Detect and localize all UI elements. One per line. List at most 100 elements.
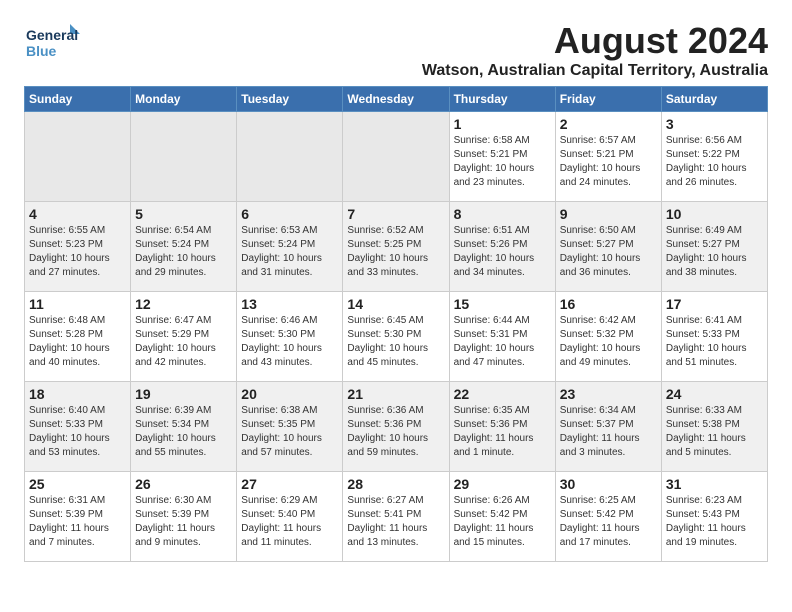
day-info: Sunrise: 6:36 AM Sunset: 5:36 PM Dayligh… (347, 404, 444, 460)
day-number: 26 (135, 476, 232, 492)
day-number: 31 (666, 476, 763, 492)
calendar-cell: 3 Sunrise: 6:56 AM Sunset: 5:22 PM Daylig… (661, 112, 767, 202)
day-number: 30 (560, 476, 657, 492)
calendar-week-row: 18 Sunrise: 6:40 AM Sunset: 5:33 PM Dayli… (25, 382, 768, 472)
calendar-cell: 6 Sunrise: 6:53 AM Sunset: 5:24 PM Daylig… (237, 202, 343, 292)
calendar-cell: 4 Sunrise: 6:55 AM Sunset: 5:23 PM Daylig… (25, 202, 131, 292)
day-number: 18 (29, 386, 126, 402)
calendar-cell: 13 Sunrise: 6:46 AM Sunset: 5:30 PM Dayli… (237, 292, 343, 382)
calendar-week-row: 4 Sunrise: 6:55 AM Sunset: 5:23 PM Daylig… (25, 202, 768, 292)
day-info: Sunrise: 6:53 AM Sunset: 5:24 PM Dayligh… (241, 224, 338, 280)
day-info: Sunrise: 6:49 AM Sunset: 5:27 PM Dayligh… (666, 224, 763, 280)
day-number: 24 (666, 386, 763, 402)
title-area: August 2024 Watson, Australian Capital T… (422, 20, 768, 80)
calendar-cell: 15 Sunrise: 6:44 AM Sunset: 5:31 PM Dayli… (449, 292, 555, 382)
calendar-cell: 18 Sunrise: 6:40 AM Sunset: 5:33 PM Dayli… (25, 382, 131, 472)
calendar-cell: 30 Sunrise: 6:25 AM Sunset: 5:42 PM Dayli… (555, 472, 661, 562)
calendar-cell: 26Sunrise: 6:30 AM Sunset: 5:39 PM Dayli… (131, 472, 237, 562)
day-info: Sunrise: 6:23 AM Sunset: 5:43 PM Dayligh… (666, 494, 763, 550)
svg-text:Blue: Blue (26, 43, 57, 59)
day-number: 5 (135, 206, 232, 222)
day-number: 7 (347, 206, 444, 222)
day-info: Sunrise: 6:46 AM Sunset: 5:30 PM Dayligh… (241, 314, 338, 370)
svg-text:General: General (26, 27, 78, 43)
day-number: 8 (454, 206, 551, 222)
calendar-cell (131, 112, 237, 202)
calendar-cell: 19 Sunrise: 6:39 AM Sunset: 5:34 PM Dayli… (131, 382, 237, 472)
day-info: Sunrise: 6:38 AM Sunset: 5:35 PM Dayligh… (241, 404, 338, 460)
day-number: 22 (454, 386, 551, 402)
calendar-cell: 25Sunrise: 6:31 AM Sunset: 5:39 PM Dayli… (25, 472, 131, 562)
day-info: Sunrise: 6:44 AM Sunset: 5:31 PM Dayligh… (454, 314, 551, 370)
day-number: 28 (347, 476, 444, 492)
page-title: August 2024 (422, 20, 768, 62)
calendar-cell: 5 Sunrise: 6:54 AM Sunset: 5:24 PM Daylig… (131, 202, 237, 292)
calendar-cell (25, 112, 131, 202)
logo: GeneralBlue (24, 20, 84, 64)
calendar-week-row: 11 Sunrise: 6:48 AM Sunset: 5:28 PM Dayli… (25, 292, 768, 382)
day-number: 17 (666, 296, 763, 312)
day-number: 6 (241, 206, 338, 222)
day-info: Sunrise: 6:56 AM Sunset: 5:22 PM Dayligh… (666, 134, 763, 190)
day-number: 16 (560, 296, 657, 312)
day-info: Sunrise: 6:41 AM Sunset: 5:33 PM Dayligh… (666, 314, 763, 370)
header: GeneralBlue August 2024 Watson, Australi… (24, 20, 768, 80)
day-info: Sunrise: 6:34 AM Sunset: 5:37 PM Dayligh… (560, 404, 657, 460)
day-info: Sunrise: 6:29 AM Sunset: 5:40 PM Dayligh… (241, 494, 338, 550)
header-row: SundayMondayTuesdayWednesdayThursdayFrid… (25, 87, 768, 112)
day-info: Sunrise: 6:35 AM Sunset: 5:36 PM Dayligh… (454, 404, 551, 460)
day-number: 10 (666, 206, 763, 222)
calendar-cell: 27Sunrise: 6:29 AM Sunset: 5:40 PM Dayli… (237, 472, 343, 562)
day-info: Sunrise: 6:27 AM Sunset: 5:41 PM Dayligh… (347, 494, 444, 550)
day-number: 15 (454, 296, 551, 312)
day-info: Sunrise: 6:58 AM Sunset: 5:21 PM Dayligh… (454, 134, 551, 190)
calendar-week-row: 1 Sunrise: 6:58 AM Sunset: 5:21 PM Daylig… (25, 112, 768, 202)
calendar-cell: 10 Sunrise: 6:49 AM Sunset: 5:27 PM Dayli… (661, 202, 767, 292)
day-info: Sunrise: 6:47 AM Sunset: 5:29 PM Dayligh… (135, 314, 232, 370)
day-info: Sunrise: 6:54 AM Sunset: 5:24 PM Dayligh… (135, 224, 232, 280)
day-number: 12 (135, 296, 232, 312)
day-number: 1 (454, 116, 551, 132)
calendar-cell: 23Sunrise: 6:34 AM Sunset: 5:37 PM Dayli… (555, 382, 661, 472)
day-number: 13 (241, 296, 338, 312)
calendar-cell: 17 Sunrise: 6:41 AM Sunset: 5:33 PM Dayli… (661, 292, 767, 382)
day-number: 19 (135, 386, 232, 402)
day-info: Sunrise: 6:57 AM Sunset: 5:21 PM Dayligh… (560, 134, 657, 190)
day-info: Sunrise: 6:25 AM Sunset: 5:42 PM Dayligh… (560, 494, 657, 550)
calendar-cell: 24Sunrise: 6:33 AM Sunset: 5:38 PM Dayli… (661, 382, 767, 472)
header-day: Wednesday (343, 87, 449, 112)
header-day: Monday (131, 87, 237, 112)
calendar-cell (237, 112, 343, 202)
header-day: Sunday (25, 87, 131, 112)
day-number: 14 (347, 296, 444, 312)
day-number: 29 (454, 476, 551, 492)
day-info: Sunrise: 6:55 AM Sunset: 5:23 PM Dayligh… (29, 224, 126, 280)
calendar-cell: 8Sunrise: 6:51 AM Sunset: 5:26 PM Daylig… (449, 202, 555, 292)
day-number: 4 (29, 206, 126, 222)
header-day: Thursday (449, 87, 555, 112)
calendar-cell: 11 Sunrise: 6:48 AM Sunset: 5:28 PM Dayli… (25, 292, 131, 382)
calendar-cell: 2 Sunrise: 6:57 AM Sunset: 5:21 PM Daylig… (555, 112, 661, 202)
calendar-cell: 12 Sunrise: 6:47 AM Sunset: 5:29 PM Dayli… (131, 292, 237, 382)
day-info: Sunrise: 6:31 AM Sunset: 5:39 PM Dayligh… (29, 494, 126, 550)
calendar-cell: 31 Sunrise: 6:23 AM Sunset: 5:43 PM Dayli… (661, 472, 767, 562)
header-day: Friday (555, 87, 661, 112)
calendar-cell: 16Sunrise: 6:42 AM Sunset: 5:32 PM Dayli… (555, 292, 661, 382)
day-number: 11 (29, 296, 126, 312)
calendar-cell: 1 Sunrise: 6:58 AM Sunset: 5:21 PM Daylig… (449, 112, 555, 202)
calendar-week-row: 25Sunrise: 6:31 AM Sunset: 5:39 PM Dayli… (25, 472, 768, 562)
logo-svg: GeneralBlue (24, 20, 84, 64)
day-number: 20 (241, 386, 338, 402)
day-info: Sunrise: 6:50 AM Sunset: 5:27 PM Dayligh… (560, 224, 657, 280)
page-subtitle: Watson, Australian Capital Territory, Au… (422, 62, 768, 80)
day-number: 21 (347, 386, 444, 402)
calendar-cell: 14Sunrise: 6:45 AM Sunset: 5:30 PM Dayli… (343, 292, 449, 382)
day-number: 2 (560, 116, 657, 132)
day-number: 3 (666, 116, 763, 132)
day-number: 9 (560, 206, 657, 222)
calendar-cell: 29Sunrise: 6:26 AM Sunset: 5:42 PM Dayli… (449, 472, 555, 562)
day-info: Sunrise: 6:39 AM Sunset: 5:34 PM Dayligh… (135, 404, 232, 460)
calendar-cell: 20 Sunrise: 6:38 AM Sunset: 5:35 PM Dayli… (237, 382, 343, 472)
day-info: Sunrise: 6:48 AM Sunset: 5:28 PM Dayligh… (29, 314, 126, 370)
day-info: Sunrise: 6:40 AM Sunset: 5:33 PM Dayligh… (29, 404, 126, 460)
